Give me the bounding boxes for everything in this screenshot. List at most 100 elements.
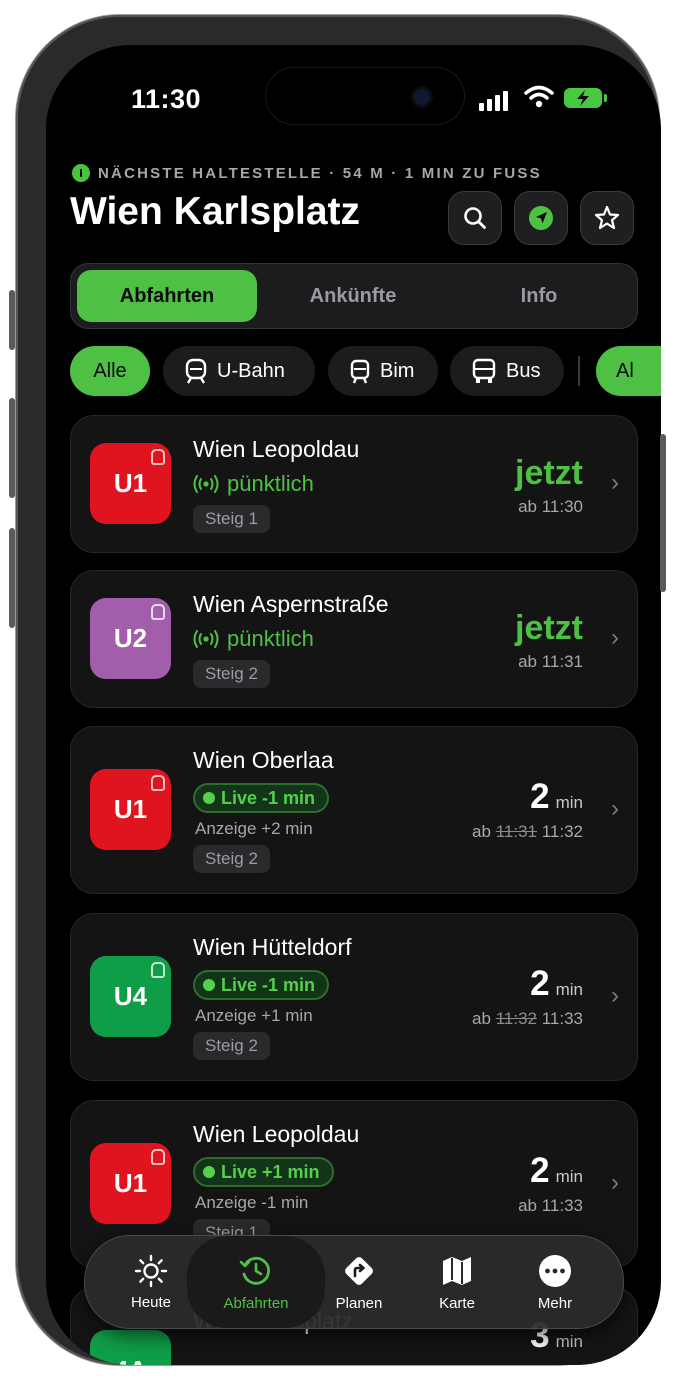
screen: 11:30 NÄCHSTE HALTESTELLE · 54 M · 1 MIN… (46, 45, 661, 1365)
realtime-signal-icon (193, 630, 219, 648)
phone-frame: 11:30 NÄCHSTE HALTESTELLE · 54 M · 1 MIN… (16, 15, 661, 1365)
departure-scheduled: ab 11:30 (518, 497, 583, 516)
filter-bus[interactable]: Bus (450, 346, 564, 396)
filter-bus-label: Bus (506, 359, 541, 382)
actual-time: 11:32 (541, 822, 583, 841)
live-delay-label: Live +1 min (221, 1161, 320, 1182)
departure-time: jetzt (515, 609, 583, 647)
departure-time: jetzt (515, 454, 583, 492)
metro-mini-icon (151, 962, 165, 978)
tram-icon (350, 359, 370, 384)
segmented-control: Abfahrten Ankünfte Info (70, 263, 638, 329)
wifi-icon (524, 85, 554, 108)
locate-button[interactable] (514, 191, 568, 245)
departure-scheduled: ab 11:31 (518, 652, 583, 671)
live-delay-badge: Live -1 min (193, 783, 330, 813)
line-badge: U1 (90, 769, 171, 850)
platform-badge: Steig 2 (193, 1032, 270, 1060)
tab-karte-label: Karte (439, 1294, 475, 1312)
line-label: U4 (113, 981, 148, 1011)
live-dot-icon (203, 979, 215, 991)
star-icon (594, 205, 620, 230)
line-label: U1 (113, 794, 148, 824)
filter-alle[interactable]: Alle (70, 346, 150, 396)
page-title: Wien Karlsplatz (70, 190, 361, 233)
live-delay-label: Live -1 min (221, 787, 316, 808)
battery-icon (564, 88, 607, 108)
destination: Wien Hütteldorf (193, 934, 352, 960)
destination: Wien Oberlaa (193, 747, 334, 773)
departure-card-3[interactable]: U1 Wien Oberlaa Live -1 min Anzeige +2 m… (70, 726, 638, 894)
tab-info[interactable]: Info (449, 270, 629, 322)
signal-icon (479, 91, 508, 111)
realtime-signal-icon (193, 475, 219, 493)
sun-icon (134, 1254, 168, 1287)
ab-label: ab (472, 822, 491, 841)
destination: Wien Aspernstraße (193, 591, 389, 617)
display-delay: Anzeige +2 min (195, 819, 313, 838)
live-delay-badge: Live -1 min (193, 970, 330, 1000)
minutes-unit: min (555, 793, 583, 812)
punctuality-label: pünktlich (227, 471, 314, 496)
chevron-right-icon: › (611, 469, 619, 496)
line-badge: U1 (90, 1143, 171, 1224)
line-badge: U4 (90, 956, 171, 1037)
minutes-value: 2 (530, 777, 550, 816)
tab-mehr[interactable]: Mehr (505, 1236, 605, 1328)
live-delay-label: Live -1 min (221, 974, 316, 995)
platform-badge: Steig 1 (193, 505, 270, 533)
filter-u-bahn-label: U-Bahn (217, 359, 285, 382)
scheduled-time: 11:32 (495, 1009, 537, 1028)
line-label: U2 (113, 623, 148, 653)
side-button-volume-up (9, 398, 15, 498)
line-label: U1 (113, 468, 148, 498)
location-arrow-icon (529, 206, 553, 230)
search-icon (464, 207, 486, 229)
line-label: 4A (114, 1355, 147, 1365)
tab-heute[interactable]: Heute (101, 1236, 201, 1328)
filter-u-bahn[interactable]: U-Bahn (163, 346, 315, 396)
departure-card-2[interactable]: U2 Wien Aspernstraße pünktlich Steig 2 j… (70, 570, 638, 708)
filter-extra[interactable]: Al (596, 346, 661, 396)
departure-card-4[interactable]: U4 Wien Hütteldorf Live -1 min Anzeige +… (70, 913, 638, 1081)
tab-bar: Heute Abfahrten Planen Karte Mehr (84, 1235, 624, 1329)
live-dot-icon (203, 792, 215, 804)
tab-abfahrten-nav[interactable]: Abfahrten (187, 1236, 325, 1328)
line-badge: 4A (90, 1330, 171, 1365)
nearest-stop-info: NÄCHSTE HALTESTELLE · 54 M · 1 MIN ZU FU… (72, 164, 542, 182)
scheduled-time: 11:31 (495, 822, 537, 841)
minutes-unit: min (555, 1167, 583, 1186)
display-delay: Anzeige -1 min (195, 1193, 309, 1212)
tab-planen[interactable]: Planen (309, 1236, 409, 1328)
pin-icon (72, 164, 90, 182)
departure-card-1[interactable]: U1 Wien Leopoldau pünktlich Steig 1 jetz… (70, 415, 638, 553)
minutes-value: 2 (530, 1151, 550, 1190)
chevron-right-icon: › (611, 795, 619, 822)
minutes-until: 2 min (530, 777, 583, 817)
departure-times: ab 11:32 11:33 (472, 1009, 583, 1029)
filter-bim[interactable]: Bim (328, 346, 438, 396)
status-time: 11:30 (131, 84, 202, 114)
tab-ankuenfte[interactable]: Ankünfte (263, 270, 443, 322)
punctuality: pünktlich (193, 471, 314, 497)
tab-abfahrten-label: Abfahrten (223, 1294, 289, 1312)
tab-abfahrten[interactable]: Abfahrten (77, 270, 257, 322)
search-button[interactable] (448, 191, 502, 245)
metro-mini-icon (151, 449, 165, 465)
destination: Wien Leopoldau (193, 1121, 360, 1147)
side-button-power (660, 434, 666, 592)
punctuality-label: pünktlich (227, 626, 314, 651)
minutes-value: 2 (530, 964, 550, 1003)
favorite-button[interactable] (580, 191, 634, 245)
camera-icon (414, 89, 430, 105)
tab-karte[interactable]: Karte (407, 1236, 507, 1328)
minutes-until: 2 min (530, 964, 583, 1004)
tab-mehr-label: Mehr (537, 1294, 573, 1312)
ab-label: ab (472, 1009, 491, 1028)
line-badge: U2 (90, 598, 171, 679)
metro-mini-icon (151, 775, 165, 791)
side-button-volume-down (9, 528, 15, 628)
map-icon (443, 1256, 471, 1285)
nearest-stop-label: NÄCHSTE HALTESTELLE · 54 M · 1 MIN ZU FU… (98, 164, 542, 182)
chevron-right-icon: › (611, 982, 619, 1009)
